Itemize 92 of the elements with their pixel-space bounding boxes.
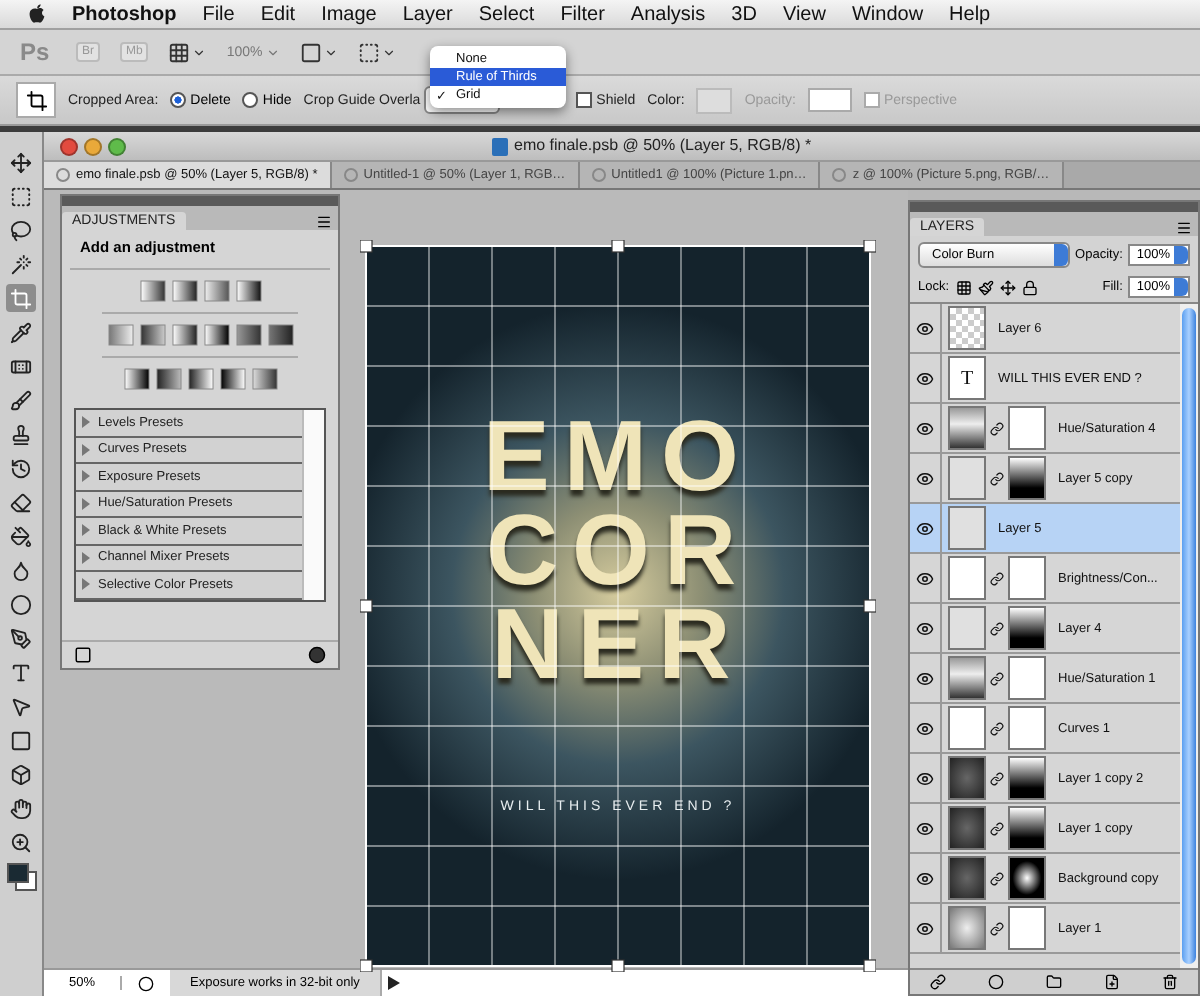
menu-item[interactable]: Layer bbox=[402, 3, 453, 25]
menu-item[interactable]: File bbox=[202, 3, 235, 25]
link-icon[interactable] bbox=[990, 821, 1004, 835]
artwork-title: EMO bbox=[483, 410, 753, 504]
menu-item[interactable]: Analysis bbox=[630, 3, 706, 25]
lock-icon[interactable] bbox=[1021, 279, 1038, 295]
screen-mode-button[interactable] bbox=[358, 41, 397, 63]
scrollbar[interactable] bbox=[1180, 304, 1198, 968]
document-icon bbox=[492, 137, 508, 156]
link-icon[interactable] bbox=[990, 671, 1004, 685]
eye-icon bbox=[916, 919, 934, 937]
eraser-icon[interactable] bbox=[6, 488, 36, 516]
panel-menu-icon[interactable] bbox=[1176, 220, 1192, 236]
zoom-button[interactable] bbox=[108, 137, 126, 155]
caret-icon bbox=[382, 45, 397, 59]
eye-icon bbox=[916, 519, 934, 537]
caret-icon bbox=[324, 45, 339, 59]
panel-menu-icon[interactable] bbox=[316, 214, 332, 230]
square-icon bbox=[300, 41, 323, 63]
dashed-square-icon bbox=[358, 41, 381, 63]
eye-icon bbox=[916, 719, 934, 737]
history-icon[interactable] bbox=[6, 454, 36, 482]
move-icon[interactable] bbox=[999, 279, 1016, 295]
menu-item[interactable]: Image bbox=[321, 3, 377, 25]
arrange-button[interactable] bbox=[300, 41, 339, 63]
link-icon[interactable] bbox=[930, 974, 947, 990]
caret-icon bbox=[192, 45, 207, 59]
eye-icon bbox=[916, 619, 934, 637]
brush-icon[interactable] bbox=[977, 279, 994, 295]
cube-icon[interactable] bbox=[6, 760, 36, 788]
link-icon[interactable] bbox=[990, 871, 1004, 885]
scroll-track[interactable] bbox=[302, 410, 324, 599]
link-icon[interactable] bbox=[990, 921, 1004, 935]
folder-icon[interactable] bbox=[1045, 974, 1062, 990]
eye-icon bbox=[916, 369, 934, 387]
checker-icon[interactable] bbox=[955, 279, 972, 295]
app-menu[interactable]: Photoshop bbox=[72, 3, 177, 25]
tool-preset-picker[interactable] bbox=[16, 82, 56, 118]
eye-icon bbox=[916, 819, 934, 837]
move-icon[interactable] bbox=[6, 148, 36, 176]
color-swatch[interactable] bbox=[696, 87, 733, 113]
menu-item[interactable]: Help bbox=[949, 3, 991, 25]
eye-icon bbox=[916, 319, 934, 337]
bucket-icon[interactable] bbox=[6, 522, 36, 550]
link-icon[interactable] bbox=[990, 421, 1004, 435]
eye-icon bbox=[916, 869, 934, 887]
menu-item[interactable]: 3D bbox=[731, 3, 757, 25]
wand-icon[interactable] bbox=[6, 250, 36, 278]
link-icon[interactable] bbox=[990, 571, 1004, 585]
zoom-icon[interactable] bbox=[6, 828, 36, 856]
color-swatches-icon[interactable] bbox=[5, 862, 37, 892]
gradient-icon[interactable] bbox=[219, 368, 245, 390]
apple-icon[interactable] bbox=[28, 4, 46, 24]
circle-icon[interactable] bbox=[988, 974, 1005, 990]
status-circle-icon[interactable] bbox=[138, 975, 154, 991]
extras-button[interactable] bbox=[168, 41, 207, 63]
eye-icon bbox=[916, 669, 934, 687]
menu-item[interactable]: Filter bbox=[560, 3, 605, 25]
eye-icon bbox=[916, 469, 934, 487]
menu-item[interactable]: Select bbox=[478, 3, 535, 25]
link-icon[interactable] bbox=[990, 621, 1004, 635]
crop-icon bbox=[25, 89, 47, 111]
caret-icon bbox=[266, 45, 281, 59]
marquee-icon[interactable] bbox=[6, 182, 36, 210]
trash-icon[interactable] bbox=[1161, 974, 1178, 990]
opacity-field[interactable] bbox=[808, 88, 852, 112]
grid-icon bbox=[168, 41, 191, 63]
eyedropper-icon[interactable] bbox=[6, 318, 36, 346]
pen-icon[interactable] bbox=[6, 624, 36, 652]
eye-icon bbox=[916, 419, 934, 437]
circle-icon[interactable] bbox=[6, 590, 36, 618]
layer-thumbnail: T bbox=[948, 356, 986, 400]
menu-item[interactable]: Window bbox=[851, 3, 924, 25]
app-logo: Ps bbox=[20, 38, 52, 66]
window-title: emo finale.psb @ 50% (Layer 5, RGB/8) * bbox=[492, 136, 812, 156]
link-icon[interactable] bbox=[990, 471, 1004, 485]
close-button[interactable] bbox=[60, 137, 78, 155]
minimize-button[interactable] bbox=[84, 137, 102, 155]
lasso-icon[interactable] bbox=[6, 216, 36, 244]
play-icon[interactable] bbox=[387, 976, 400, 990]
eye-icon bbox=[916, 569, 934, 587]
eye-icon bbox=[916, 769, 934, 787]
hand-icon[interactable] bbox=[6, 794, 36, 822]
gradient-icon[interactable] bbox=[155, 368, 181, 390]
square-icon[interactable] bbox=[6, 726, 36, 754]
new-layer-icon[interactable] bbox=[1103, 974, 1120, 990]
circle-icon[interactable] bbox=[308, 646, 326, 664]
link-icon[interactable] bbox=[990, 721, 1004, 735]
brush-icon[interactable] bbox=[6, 386, 36, 414]
menu-item[interactable]: View bbox=[782, 3, 826, 25]
menu-item[interactable]: Edit bbox=[260, 3, 296, 25]
link-icon[interactable] bbox=[990, 771, 1004, 785]
